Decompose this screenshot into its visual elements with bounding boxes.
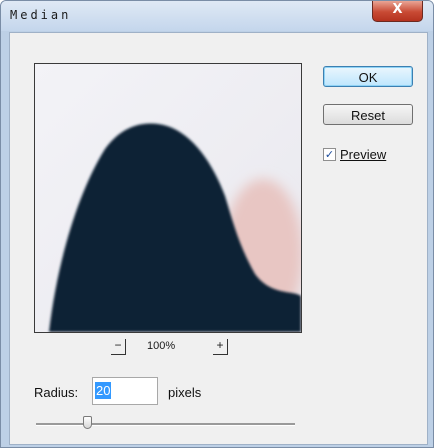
radius-slider-thumb[interactable] <box>83 416 93 429</box>
radius-slider-track[interactable] <box>36 423 295 426</box>
dialog-title: Median <box>10 8 72 22</box>
radius-label: Radius: <box>34 385 79 400</box>
checkmark-icon: ✓ <box>324 147 335 161</box>
radius-value: 20 <box>95 382 112 399</box>
plus-icon: + <box>216 338 224 352</box>
zoom-in-button[interactable]: + <box>213 339 228 355</box>
ok-button[interactable]: OK <box>323 66 413 87</box>
median-dialog: Median X − 100% + OK Reset ✓ Preview Rad… <box>0 0 434 448</box>
preview-image-graphic <box>35 64 301 332</box>
close-icon: X <box>392 2 403 17</box>
radius-units: pixels <box>168 385 202 400</box>
reset-button[interactable]: Reset <box>323 104 413 125</box>
minus-icon: − <box>114 338 122 352</box>
preview-checkbox[interactable]: ✓ <box>323 147 336 161</box>
close-button[interactable]: X <box>372 1 423 22</box>
zoom-level: 100% <box>147 340 176 352</box>
radius-input[interactable]: 20 <box>92 377 158 405</box>
zoom-out-button[interactable]: − <box>111 339 126 355</box>
title-bar[interactable]: Median X <box>1 1 433 31</box>
filter-preview-image[interactable] <box>34 63 302 333</box>
preview-checkbox-label[interactable]: Preview <box>340 147 386 162</box>
preview-checkbox-row[interactable]: ✓ Preview <box>323 146 386 162</box>
dialog-content: − 100% + OK Reset ✓ Preview Radius: 20 p… <box>9 32 428 445</box>
